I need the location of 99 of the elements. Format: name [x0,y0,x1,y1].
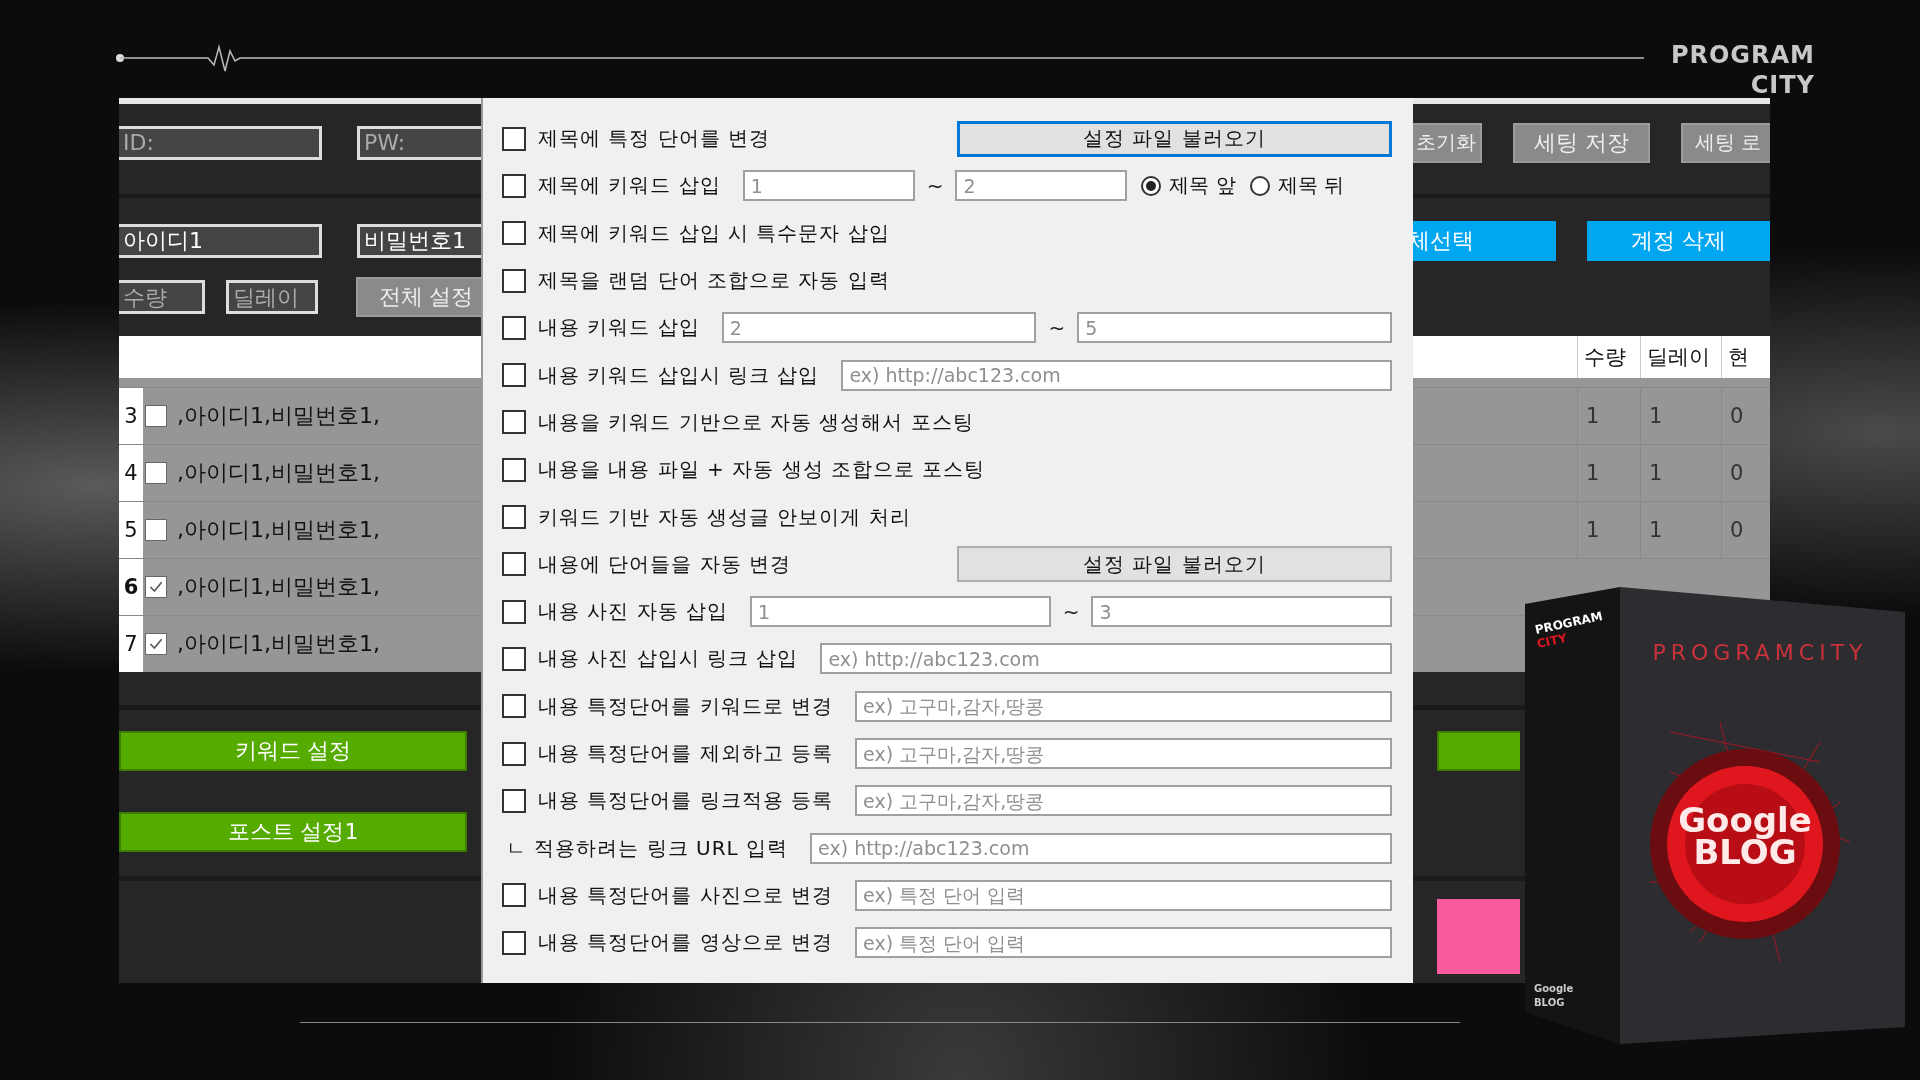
column-header: 수량 [1577,336,1640,378]
row-number: 4 [119,445,143,501]
delay-field[interactable]: 딜레이 [226,280,318,314]
column-header: 현 [1721,336,1770,378]
text-field[interactable]: ex) 고구마,감자,땅콩 [855,785,1392,817]
table-cell: 1 [1577,445,1640,501]
option-label: 내용을 키워드 기반으로 자동 생성해서 포스팅 [538,408,974,436]
checkbox[interactable] [502,599,526,624]
option-label: 내용을 내용 파일 + 자동 생성 조합으로 포스팅 [538,456,986,484]
table-cell-text: ,아이디1,비밀번호1, [177,459,380,487]
quantity-field[interactable]: 수량 [119,280,205,314]
range-separator: ~ [1062,599,1080,624]
option-label: 제목을 랜덤 단어 조합으로 자동 입력 [538,267,890,295]
checkbox[interactable] [502,410,526,435]
load-settings-button[interactable]: 설정 파일 불러오기 [957,546,1392,583]
checkbox[interactable] [502,505,526,529]
text-field[interactable]: ex) http://abc123.com [841,359,1392,391]
table-cell: 1 [1577,388,1640,444]
checkbox[interactable] [502,173,526,198]
table-cell: 1 [1640,502,1721,558]
keyword-settings-button[interactable]: 키워드 설정 [119,731,467,771]
box-side-logo-text: Google [1534,983,1574,994]
id-field[interactable]: ID: [119,125,322,160]
range-from-field[interactable]: 2 [721,312,1037,344]
table-cell: 1 [1640,388,1721,444]
box-side-logo-text: BLOG [1534,997,1565,1008]
checkbox[interactable] [502,363,526,388]
checkbox[interactable] [145,633,167,655]
column-header: 딜레이 [1640,336,1721,378]
checkbox[interactable] [502,883,526,908]
row-number: 7 [119,616,143,672]
brand-logo-text: CITY [1750,70,1815,100]
account-button[interactable]: 계정 삭제 [1587,220,1770,261]
checkbox[interactable] [502,126,526,151]
position-radio[interactable]: 제목 앞 [1141,172,1236,200]
option-label: 내용 키워드 삽입시 링크 삽입 [538,361,820,389]
table-cell-text: ,아이디1,비밀번호1, [177,402,380,430]
range-separator: ~ [1048,315,1066,340]
option-label: 내용 특정단어를 키워드로 변경 [538,692,834,720]
checkbox[interactable] [502,457,526,482]
option-label: 내용 특정단어를 제외하고 등록 [538,740,834,767]
table-cell: 1 [1640,445,1721,501]
range-separator: ~ [926,173,944,198]
checkbox[interactable] [502,788,526,813]
row-number: 3 [119,388,143,444]
table-cell-text: ,아이디1,비밀번호1, [177,516,380,544]
text-field[interactable]: ex) 특정 단어 입력 [855,927,1392,959]
checkbox[interactable] [502,646,526,671]
option-label: 내용 특정단어를 링크적용 등록 [538,787,834,815]
checkbox[interactable] [502,552,526,577]
checkbox[interactable] [145,519,167,541]
option-label: 내용 특정단어를 영상으로 변경 [538,929,834,957]
table-cell-text: ,아이디1,비밀번호1, [177,630,380,658]
checkbox[interactable] [502,741,526,766]
range-from-field[interactable]: 1 [742,170,915,202]
check-icon [148,636,164,652]
checkbox[interactable] [145,462,167,484]
brand-logo-text: PROGRAM [1670,40,1815,70]
option-label: 제목에 키워드 삽입 [538,172,721,200]
checkbox[interactable] [502,221,526,246]
option-label: 제목에 키워드 삽입 시 특수문자 삽입 [538,219,890,247]
option-label: ㄴ 적용하려는 링크 URL 입력 [506,834,789,862]
option-label: 키워드 기반 자동 생성글 안보이게 처리 [538,503,911,531]
option-label: 제목에 특정 단어를 변경 [538,125,771,153]
table-cell: 0 [1721,502,1770,558]
text-field[interactable]: ex) 고구마,감자,땅콩 [855,738,1392,769]
table-cell-text: ,아이디1,비밀번호1, [177,573,380,601]
checkbox[interactable] [145,576,167,598]
checkbox[interactable] [145,405,167,427]
range-from-field[interactable]: 1 [750,596,1051,628]
option-label: 내용 사진 삽입시 링크 삽입 [538,645,799,673]
checkbox[interactable] [502,930,526,955]
checkbox[interactable] [502,268,526,293]
table-cell: 1 [1577,502,1640,558]
table-cell: 0 [1721,388,1770,444]
toolbar-button[interactable]: 세팅 로 [1681,122,1770,163]
option-label: 내용 특정단어를 사진으로 변경 [538,881,834,909]
account-id-field[interactable]: 아이디1 [119,223,322,258]
range-to-field[interactable]: 3 [1091,596,1392,628]
table-cell: 0 [1721,445,1770,501]
text-field[interactable]: ex) http://abc123.com [810,832,1392,864]
range-to-field[interactable]: 5 [1077,312,1392,344]
load-settings-button[interactable]: 설정 파일 불러오기 [957,120,1392,157]
check-icon [148,579,164,595]
box-title: PROGRAMCITY [1652,640,1868,665]
toolbar-button[interactable]: 세팅 저장 [1513,122,1650,163]
option-label: 내용에 단어들을 자동 변경 [538,550,792,578]
row-number: 6 [119,559,143,615]
text-field[interactable]: ex) http://abc123.com [820,643,1392,675]
text-field[interactable]: ex) 특정 단어 입력 [855,879,1392,911]
text-field[interactable]: ex) 고구마,감자,땅콩 [855,690,1392,722]
option-label: 내용 키워드 삽입 [538,314,700,342]
range-to-field[interactable]: 2 [955,170,1128,202]
post-settings-button[interactable]: 포스트 설정1 [119,812,467,852]
checkbox[interactable] [502,315,526,340]
checkbox[interactable] [502,694,526,719]
position-radio[interactable]: 제목 뒤 [1249,172,1345,200]
row-number: 5 [119,502,143,558]
option-label: 내용 사진 자동 삽입 [538,598,729,626]
